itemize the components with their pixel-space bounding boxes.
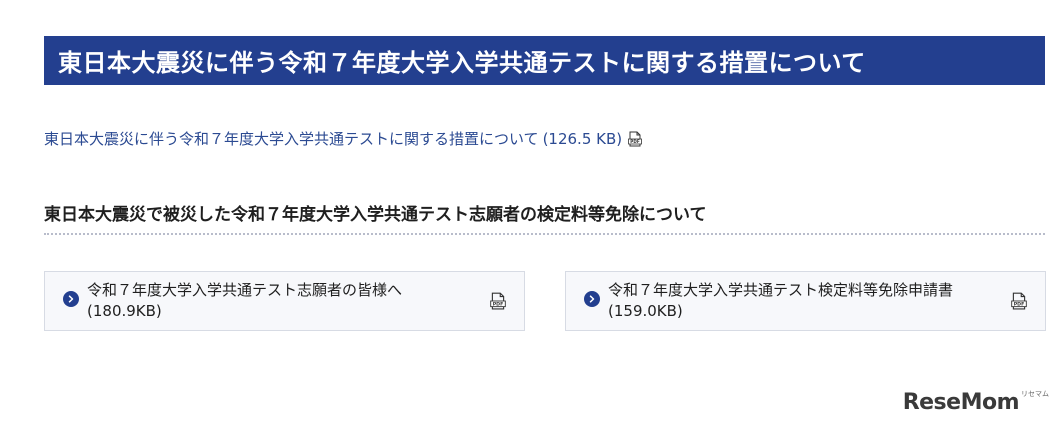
chevron-right-icon [584,291,600,307]
applicants-notice-card[interactable]: 令和７年度大学入学共通テスト志願者の皆様へ (180.9KB) PDF [44,271,525,331]
fee-exemption-form-size: (159.0KB) [608,302,683,320]
svg-text:PDF: PDF [1014,302,1025,308]
watermark-sub: リセマム [1021,390,1049,398]
fee-exemption-form-label: 令和７年度大学入学共通テスト検定料等免除申請書 [608,281,954,299]
pdf-icon: PDF [628,131,643,147]
svg-text:PDF: PDF [630,139,640,144]
applicants-notice-label: 令和７年度大学入学共通テスト志願者の皆様へ [87,281,403,299]
page-title: 東日本大震災に伴う令和７年度大学入学共通テストに関する措置について [58,49,866,77]
pdf-icon: PDF [1011,292,1027,310]
measures-pdf-link-label: 東日本大震災に伴う令和７年度大学入学共通テストに関する措置について [44,130,539,148]
chevron-right-icon [63,291,79,307]
fee-exemption-form-card[interactable]: 令和７年度大学入学共通テスト検定料等免除申請書 (159.0KB) PDF [565,271,1046,331]
applicants-notice-size: (180.9KB) [87,302,162,320]
resemom-watermark: ReseMom リセマム [903,389,1049,415]
page-title-bar: 東日本大震災に伴う令和７年度大学入学共通テストに関する措置について [44,36,1045,85]
measures-pdf-link-size: (126.5 KB) [542,129,623,148]
applicants-notice-text: 令和７年度大学入学共通テスト志願者の皆様へ (180.9KB) [87,280,490,322]
section-heading: 東日本大震災で被災した令和７年度大学入学共通テスト志願者の検定料等免除について [44,200,1045,235]
section-heading-text: 東日本大震災で被災した令和７年度大学入学共通テスト志願者の検定料等免除について [44,205,707,225]
watermark-brand: ReseMom [902,390,1020,415]
svg-text:PDF: PDF [493,302,504,308]
measures-pdf-link[interactable]: 東日本大震災に伴う令和７年度大学入学共通テストに関する措置について (126.5… [44,128,643,149]
pdf-icon: PDF [490,292,506,310]
fee-exemption-form-text: 令和７年度大学入学共通テスト検定料等免除申請書 (159.0KB) [608,280,1011,322]
